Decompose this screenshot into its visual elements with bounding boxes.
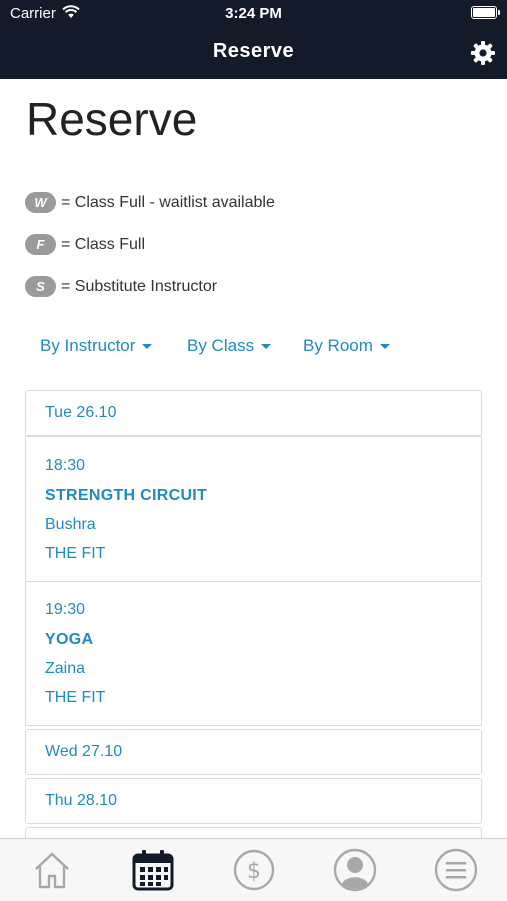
- caret-down-icon: [142, 344, 153, 350]
- legend-text: = Class Full: [61, 235, 146, 253]
- tab-menu[interactable]: [432, 847, 480, 893]
- class-room: THE FIT: [45, 545, 106, 562]
- class-room: THE FIT: [45, 689, 106, 706]
- day-label: Thu 28.10: [45, 792, 118, 809]
- class-item[interactable]: 18:30 STRENGTH CIRCUIT Bushra THE FIT: [26, 437, 481, 580]
- class-instructor[interactable]: Bushra: [45, 516, 96, 534]
- filter-label: By Instructor: [40, 336, 136, 355]
- nav-title: Reserve: [212, 40, 295, 62]
- filter-by-instructor[interactable]: By Instructor: [40, 336, 153, 356]
- legend-text: = Substitute Instructor: [61, 277, 218, 295]
- legend-substitute: S = Substitute Instructor: [25, 276, 217, 297]
- class-name[interactable]: YOGA: [45, 631, 93, 649]
- top-bar: Carrier 3:24 PM Reserve: [0, 0, 507, 79]
- battery-icon: [471, 6, 500, 19]
- caret-down-icon: [379, 344, 390, 350]
- tab-home[interactable]: [28, 847, 76, 893]
- home-icon: [35, 852, 69, 889]
- gear-icon[interactable]: [470, 40, 496, 66]
- legend-text: = Class Full - waitlist available: [61, 193, 275, 211]
- clock: 3:24 PM: [225, 5, 282, 22]
- svg-text:$: $: [247, 859, 261, 884]
- filter-by-room[interactable]: By Room: [303, 336, 390, 356]
- full-badge: F: [25, 234, 56, 255]
- class-name[interactable]: STRENGTH CIRCUIT: [45, 487, 207, 505]
- day-header[interactable]: Wed 27.10: [25, 729, 482, 775]
- substitute-badge: S: [25, 276, 56, 297]
- tab-profile[interactable]: [331, 847, 379, 893]
- waitlist-badge: W: [25, 192, 56, 213]
- class-time: 19:30: [45, 601, 86, 618]
- filter-label: By Room: [303, 336, 373, 355]
- legend-waitlist: W = Class Full - waitlist available: [25, 192, 275, 213]
- calendar-icon: [132, 850, 174, 891]
- tab-calendar[interactable]: [129, 847, 177, 893]
- day-header[interactable]: Tue 26.10: [25, 390, 482, 436]
- filter-by-class[interactable]: By Class: [187, 336, 272, 356]
- day-label: Wed 27.10: [45, 743, 123, 760]
- class-time: 18:30: [45, 457, 86, 474]
- class-item[interactable]: 19:30 YOGA Zaina THE FIT: [26, 581, 481, 724]
- day-header[interactable]: Thu 28.10: [25, 778, 482, 824]
- day-label: Tue 26.10: [45, 404, 117, 421]
- caret-down-icon: [261, 344, 272, 350]
- tab-payments[interactable]: $: [230, 847, 278, 893]
- class-list: 18:30 STRENGTH CIRCUIT Bushra THE FIT 19…: [25, 436, 482, 726]
- filter-label: By Class: [187, 336, 255, 355]
- dollar-icon: $: [233, 849, 275, 891]
- class-instructor[interactable]: Zaina: [45, 660, 85, 678]
- menu-icon: [434, 848, 478, 892]
- profile-icon: [333, 848, 377, 892]
- page-title: Reserve: [26, 93, 198, 145]
- status-bar: Carrier 3:24 PM: [0, 0, 507, 28]
- legend-full: F = Class Full: [25, 234, 145, 255]
- tab-bar: $: [0, 838, 507, 901]
